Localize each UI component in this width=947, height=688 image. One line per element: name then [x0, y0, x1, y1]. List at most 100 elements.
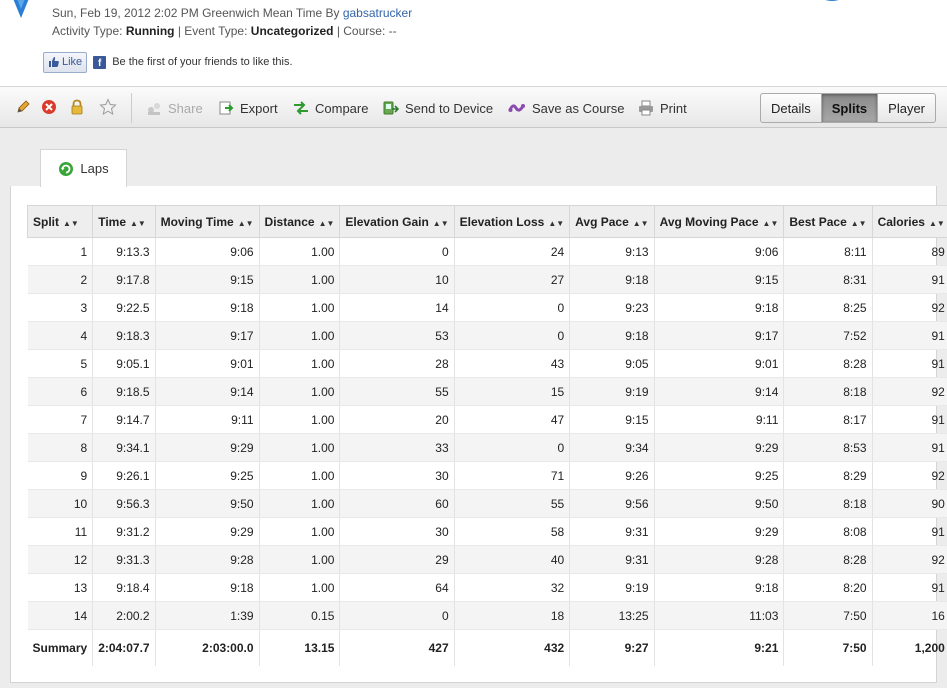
- table-cell: 9:11: [155, 405, 260, 434]
- activity-header: Sun, Feb 19, 2012 2:02 PM Greenwich Mean…: [0, 0, 947, 86]
- table-cell: 8:53: [783, 433, 873, 462]
- table-cell: 90: [872, 489, 947, 518]
- table-row: 2 9:17.8 9:15 1.00 10 27 9:18 9:15 8:31 91: [27, 265, 947, 294]
- column-label: Split: [33, 214, 59, 229]
- like-label: Like: [62, 56, 83, 68]
- table-row: 1 9:13.3 9:06 1.00 0 24 9:13 9:06 8:11 89: [27, 237, 947, 266]
- table-cell: 9:34: [569, 433, 655, 462]
- table-cell: 92: [872, 293, 947, 322]
- print-button[interactable]: Print: [638, 99, 687, 117]
- table-cell: 8:28: [783, 349, 873, 378]
- export-button[interactable]: Export: [218, 99, 278, 117]
- facebook-like-button[interactable]: Like: [43, 51, 88, 73]
- table-cell: 9:23: [569, 293, 655, 322]
- summary-cell: 7:50: [783, 629, 873, 666]
- table-cell: 8:31: [783, 265, 873, 294]
- splits-view-button[interactable]: Splits: [821, 94, 879, 122]
- table-cell: 1.00: [259, 377, 341, 406]
- table-cell: 1: [27, 237, 94, 266]
- column-header-moving-time[interactable]: Moving Time ▲▼: [154, 205, 260, 238]
- table-cell: 9:18: [155, 573, 260, 602]
- table-cell: 7:52: [783, 321, 873, 350]
- column-header-time[interactable]: Time ▲▼: [92, 205, 156, 238]
- table-cell: 15: [454, 377, 571, 406]
- table-cell: 9:01: [654, 349, 785, 378]
- lock-icon[interactable]: [68, 98, 86, 116]
- table-cell: 16: [872, 601, 947, 630]
- star-icon[interactable]: [99, 98, 117, 116]
- table-cell: 0: [339, 237, 455, 266]
- course-icon: [508, 104, 525, 112]
- column-label: Avg Pace: [575, 214, 629, 229]
- table-cell: 0.15: [259, 601, 341, 630]
- compare-label: Compare: [315, 100, 369, 116]
- share-button[interactable]: Share: [146, 99, 203, 117]
- table-cell: 9:15: [569, 405, 655, 434]
- activity-meta: Activity Type: Running | Event Type: Unc…: [52, 24, 397, 38]
- table-row: 4 9:18.3 9:17 1.00 53 0 9:18 9:17 7:52 91: [27, 321, 947, 350]
- column-header-distance[interactable]: Distance ▲▼: [258, 205, 341, 238]
- column-label: Distance: [264, 214, 315, 229]
- column-header-split[interactable]: Split ▲▼: [26, 205, 94, 238]
- sort-icon: ▲▼: [63, 218, 79, 228]
- table-cell: 60: [339, 489, 455, 518]
- table-cell: 9:06: [155, 237, 260, 266]
- tab-laps[interactable]: Laps: [40, 149, 127, 187]
- table-cell: 91: [872, 433, 947, 462]
- table-cell: 9:31.2: [92, 517, 156, 546]
- column-label: Elevation Gain: [345, 214, 429, 229]
- compare-button[interactable]: Compare: [293, 99, 368, 117]
- details-view-button[interactable]: Details: [761, 94, 822, 122]
- table-cell: 8:08: [783, 517, 873, 546]
- table-cell: 9:11: [654, 405, 785, 434]
- column-header-calories[interactable]: Calories ▲▼: [871, 205, 947, 238]
- save-as-course-button[interactable]: Save as Course: [508, 99, 625, 117]
- column-header-best-pace[interactable]: Best Pace ▲▼: [783, 205, 873, 238]
- table-cell: 9:19: [569, 377, 655, 406]
- player-view-button[interactable]: Player: [878, 94, 935, 122]
- delete-icon[interactable]: [40, 98, 58, 116]
- table-cell: 91: [872, 517, 947, 546]
- table-cell: 1.00: [259, 545, 341, 574]
- table-cell: 27: [454, 265, 571, 294]
- table-cell: 1.00: [259, 433, 341, 462]
- activity-date: Sun, Feb 19, 2012 2:02 PM Greenwich Mean…: [52, 6, 412, 20]
- table-row: 6 9:18.5 9:14 1.00 55 15 9:19 9:14 8:18 92: [27, 377, 947, 406]
- table-cell: 1.00: [259, 405, 341, 434]
- table-cell: 91: [872, 349, 947, 378]
- summary-cell: 9:21: [654, 629, 785, 666]
- table-cell: 9:28: [654, 545, 785, 574]
- sort-icon: ▲▼: [548, 218, 565, 228]
- splits-table-body: 1 9:13.3 9:06 1.00 0 24 9:13 9:06 8:11 89 2 9:17.8 9…: [27, 237, 947, 666]
- summary-cell: 9:27: [569, 629, 655, 666]
- table-cell: 1.00: [259, 321, 341, 350]
- column-header-elevation-gain[interactable]: Elevation Gain ▲▼: [339, 205, 455, 238]
- table-cell: 10: [339, 265, 455, 294]
- course-label: | Course:: [336, 24, 386, 38]
- table-cell: 9:17: [654, 321, 785, 350]
- table-cell: 9:18: [569, 265, 655, 294]
- table-cell: 8:17: [783, 405, 873, 434]
- column-header-elevation-loss[interactable]: Elevation Loss ▲▼: [453, 205, 571, 238]
- table-cell: 91: [872, 573, 947, 602]
- send-to-device-button[interactable]: Send to Device: [383, 99, 493, 117]
- author-link[interactable]: gabsatrucker: [343, 6, 412, 20]
- table-cell: 1.00: [259, 461, 341, 490]
- column-header-avg-pace[interactable]: Avg Pace ▲▼: [569, 205, 655, 238]
- table-row: 13 9:18.4 9:18 1.00 64 32 9:19 9:18 8:20 91: [27, 573, 947, 602]
- table-row: 9 9:26.1 9:25 1.00 30 71 9:26 9:25 8:29 92: [27, 461, 947, 490]
- table-cell: 9:29: [654, 433, 785, 462]
- table-cell: 18: [454, 601, 571, 630]
- column-header-avg-moving-pace[interactable]: Avg Moving Pace ▲▼: [653, 205, 785, 238]
- table-cell: 9:06: [654, 237, 785, 266]
- summary-cell: 13.15: [259, 629, 341, 666]
- share-icon: [148, 103, 160, 115]
- event-type-label: | Event Type:: [177, 24, 248, 38]
- table-row: 11 9:31.2 9:29 1.00 30 58 9:31 9:29 8:08 91: [27, 517, 947, 546]
- sort-icon: ▲▼: [850, 218, 867, 228]
- print-label: Print: [660, 100, 687, 116]
- splits-table: Split ▲▼ Time ▲▼ Moving Time ▲▼ Distance ▲▼ …: [26, 205, 947, 666]
- summary-cell: 427: [339, 629, 455, 666]
- edit-pencil-icon[interactable]: [14, 98, 32, 116]
- like-text: Be the first of your friends to like thi…: [112, 56, 293, 68]
